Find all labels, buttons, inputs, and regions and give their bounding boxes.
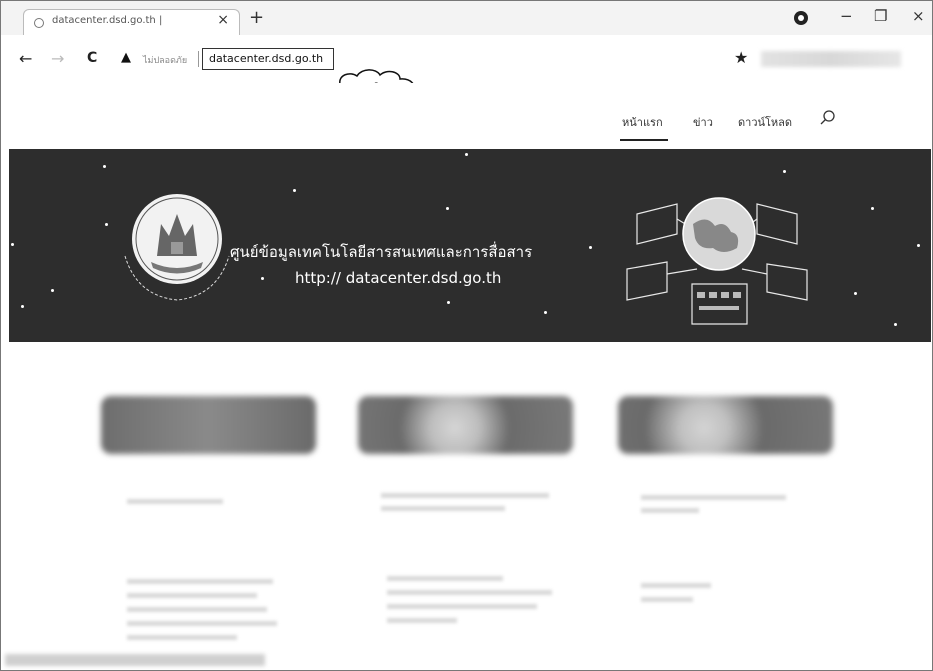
close-window-button[interactable]: ×: [912, 7, 925, 25]
news-card-text: [381, 506, 505, 511]
nav-news[interactable]: ข่าว: [693, 113, 713, 131]
reload-button[interactable]: C: [87, 50, 97, 66]
news-card-text: [127, 579, 273, 584]
news-card-text: [641, 597, 693, 602]
news-card-text: [381, 493, 549, 498]
browser-tab[interactable]: datacenter.dsd.go.th | ×: [23, 9, 240, 36]
news-card-text: [387, 576, 503, 581]
department-seal-logo: [124, 194, 230, 301]
news-card-text: [127, 621, 277, 626]
hero-banner: ศูนย์ข้อมูลเทคโนโลยีสารสนเทศและการสื่อสา…: [9, 149, 931, 342]
news-card-text: [641, 508, 699, 513]
nav-download[interactable]: ดาวน์โหลด: [738, 113, 792, 131]
tab-strip: datacenter.dsd.go.th | × + − ❐ ×: [1, 1, 932, 36]
news-card-text: [387, 618, 457, 623]
tab-title: datacenter.dsd.go.th |: [52, 15, 163, 26]
news-card-image[interactable]: [101, 396, 316, 454]
minimize-button[interactable]: −: [840, 7, 853, 25]
news-card-text: [127, 593, 257, 598]
active-nav-underline: [620, 139, 668, 141]
news-card-text: [387, 590, 552, 595]
bookmark-star-icon[interactable]: ★: [734, 48, 748, 67]
url-text: datacenter.dsd.go.th: [209, 52, 324, 65]
warning-triangle-icon[interactable]: ▲: [121, 50, 131, 65]
address-separator: [198, 51, 199, 67]
news-card-text: [127, 607, 267, 612]
news-card-text: [387, 604, 537, 609]
restore-button[interactable]: ❐: [874, 7, 887, 25]
tab-close-button[interactable]: ×: [217, 12, 229, 28]
browser-window: datacenter.dsd.go.th | × + − ❐ × ← → C ▲…: [0, 0, 933, 671]
news-card-image[interactable]: [618, 396, 833, 454]
favicon-icon: [34, 18, 44, 28]
network-globe-illustration: [626, 197, 808, 325]
browser-toolbar: ← → C ▲ ไม่ปลอดภัย datacenter.dsd.go.th …: [1, 35, 932, 83]
address-bar[interactable]: datacenter.dsd.go.th: [202, 48, 334, 70]
profile-icon[interactable]: [794, 11, 808, 25]
news-card-text: [127, 499, 223, 504]
news-card-text: [641, 583, 711, 588]
nav-home[interactable]: หน้าแรก: [622, 113, 663, 131]
forward-button[interactable]: →: [51, 49, 64, 68]
news-card-image[interactable]: [358, 396, 573, 454]
status-bar: [5, 654, 265, 666]
extensions-area: [761, 51, 901, 67]
banner-title: ศูนย์ข้อมูลเทคโนโลยีสารสนเทศและการสื่อสา…: [230, 243, 533, 261]
back-button[interactable]: ←: [19, 49, 32, 68]
search-icon[interactable]: [819, 109, 837, 127]
site-header: หน้าแรก ข่าว ดาวน์โหลด: [1, 83, 932, 149]
new-tab-button[interactable]: +: [249, 7, 264, 28]
banner-url: http:// datacenter.dsd.go.th: [295, 269, 502, 287]
news-card-text: [641, 495, 786, 500]
security-label[interactable]: ไม่ปลอดภัย: [143, 53, 187, 67]
news-card-text: [127, 635, 237, 640]
